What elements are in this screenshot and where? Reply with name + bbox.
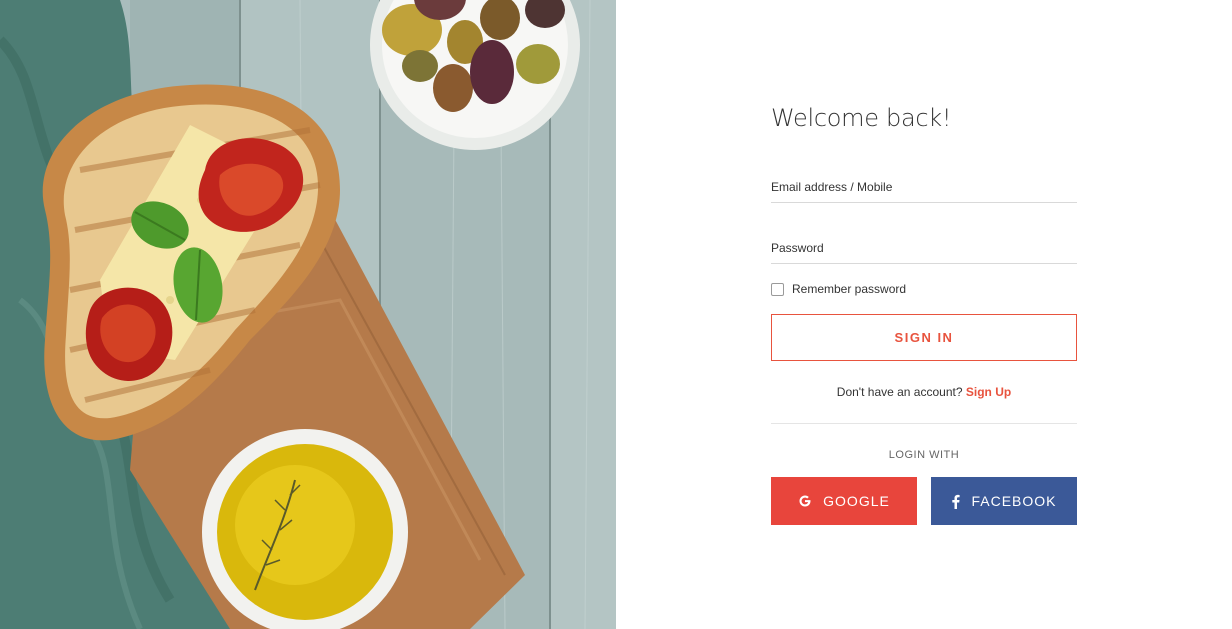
remember-password-label[interactable]: Remember password [792, 282, 906, 296]
password-field-container [771, 233, 1077, 264]
email-field[interactable] [771, 172, 1077, 202]
email-field-container [771, 172, 1077, 203]
sign-up-link[interactable]: Sign Up [966, 385, 1011, 399]
food-photo-illustration [0, 0, 616, 629]
login-with-label: LOGIN WITH [888, 449, 960, 461]
google-login-button[interactable]: GOOGLE [771, 477, 917, 525]
hero-image [0, 0, 616, 629]
page-title: Welcome back! [771, 104, 952, 132]
google-button-label: GOOGLE [823, 493, 890, 509]
login-panel: Welcome back! Remember password SIGN IN … [616, 0, 1232, 629]
facebook-login-button[interactable]: FACEBOOK [931, 477, 1077, 525]
facebook-button-label: FACEBOOK [971, 493, 1057, 509]
facebook-icon [951, 494, 961, 509]
google-icon [798, 494, 812, 508]
remember-password-row: Remember password [771, 282, 906, 296]
sign-in-button[interactable]: SIGN IN [771, 314, 1077, 361]
signup-prompt-text: Don't have an account? [836, 385, 963, 399]
password-field[interactable] [771, 233, 1077, 263]
divider [771, 423, 1077, 424]
remember-password-checkbox[interactable] [771, 282, 784, 296]
signup-prompt-line: Don't have an account? Sign Up [771, 385, 1077, 399]
